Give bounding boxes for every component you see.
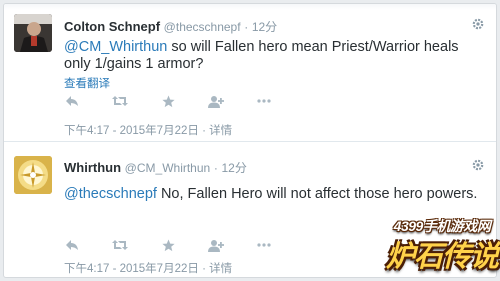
follow-icon: [208, 95, 224, 108]
gear-icon[interactable]: [472, 18, 484, 30]
timestamp[interactable]: 12分: [221, 161, 246, 175]
reply-icon: [66, 240, 78, 250]
author-name[interactable]: Whirthun: [64, 160, 121, 175]
separator: ·: [244, 20, 249, 34]
watermark-title: 炉石传说: [385, 241, 499, 273]
tweet-body: No, Fallen Hero will not affect those he…: [156, 186, 478, 202]
reply-button[interactable]: [64, 94, 80, 108]
favorite-icon: [161, 95, 175, 107]
mention-link[interactable]: @thecschnepf: [64, 186, 157, 202]
more-button[interactable]: [256, 94, 272, 108]
more-button[interactable]: [256, 238, 272, 252]
user-photo-icon: [14, 14, 52, 52]
follow-icon: [208, 239, 224, 252]
avatar[interactable]: [14, 14, 52, 52]
retweet-icon: [112, 240, 128, 250]
hearthstone-logo-icon: [14, 156, 52, 194]
translate-link[interactable]: 查看翻译: [64, 75, 110, 91]
more-icon: [257, 99, 271, 103]
retweet-icon: [112, 96, 128, 106]
separator: ·: [213, 161, 218, 175]
tweet-meta[interactable]: 下午4:17 - 2015年7月22日 · 详情: [64, 122, 232, 138]
retweet-button[interactable]: [112, 238, 128, 252]
watermark-logo: 4399手机游戏网 炉石传说: [384, 216, 500, 281]
tweet[interactable]: Colton Schnepf @thecschnepf · 12分 @CM_Wh…: [4, 4, 496, 141]
tweet-actions: [64, 238, 304, 252]
retweet-button[interactable]: [112, 94, 128, 108]
author-handle[interactable]: @CM_Whirthun: [125, 161, 211, 175]
tweet-actions: [64, 94, 304, 108]
favorite-icon: [161, 239, 175, 251]
favorite-button[interactable]: [160, 94, 176, 108]
more-icon: [257, 243, 271, 247]
gear-icon[interactable]: [472, 159, 484, 171]
tweet-text: @CM_Whirthun so will Fallen hero mean Pr…: [64, 39, 484, 73]
follow-button[interactable]: [208, 94, 224, 108]
follow-button[interactable]: [208, 238, 224, 252]
tweet-meta[interactable]: 下午4:17 - 2015年7月22日 · 详情: [64, 260, 232, 276]
timestamp[interactable]: 12分: [252, 20, 277, 34]
reply-button[interactable]: [64, 238, 80, 252]
avatar[interactable]: [14, 156, 52, 194]
favorite-button[interactable]: [160, 238, 176, 252]
tweet-text: @thecschnepf No, Fallen Hero will not af…: [64, 186, 484, 203]
mention-link[interactable]: @CM_Whirthun: [64, 39, 167, 55]
author-name[interactable]: Colton Schnepf: [64, 19, 160, 34]
tweet-header: Whirthun @CM_Whirthun · 12分: [64, 159, 247, 176]
reply-icon: [66, 96, 78, 106]
tweet-header: Colton Schnepf @thecschnepf · 12分: [64, 18, 277, 35]
author-handle[interactable]: @thecschnepf: [164, 20, 241, 34]
